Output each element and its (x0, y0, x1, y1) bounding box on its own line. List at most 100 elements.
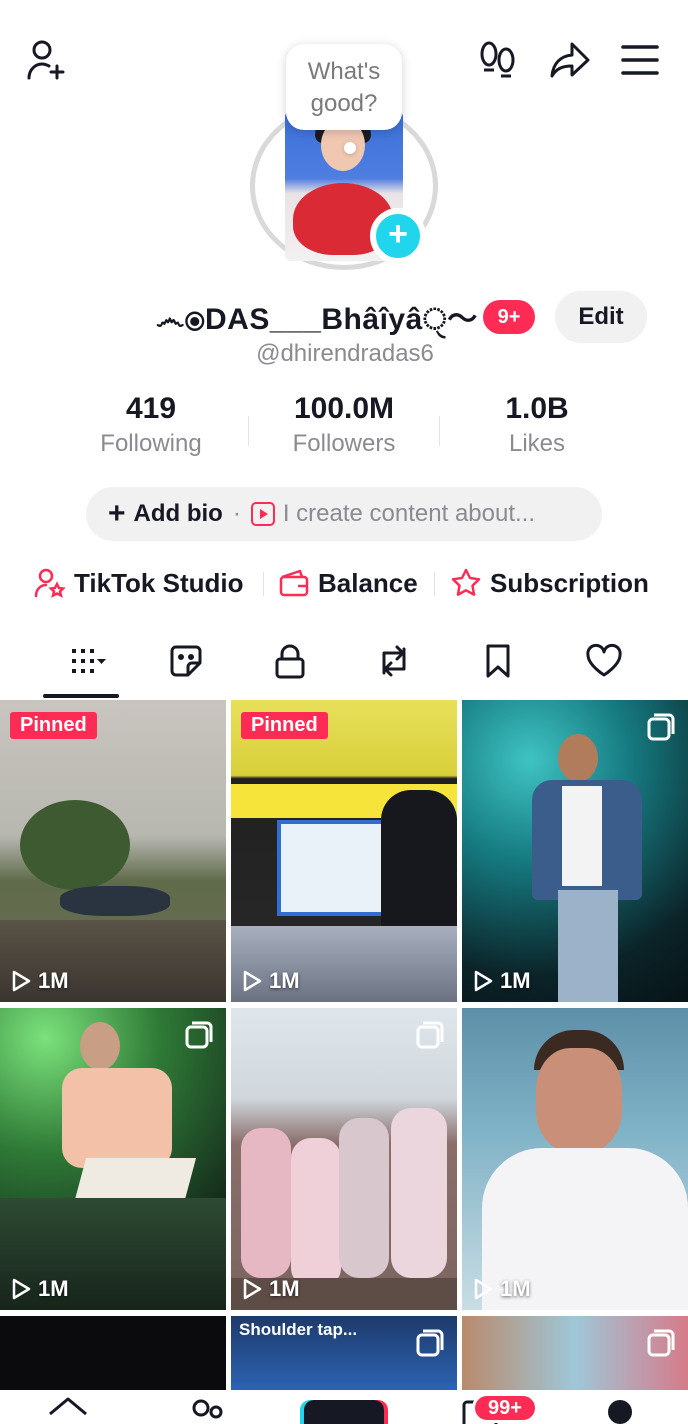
pinned-badge: Pinned (10, 712, 97, 739)
video-tile[interactable]: 1M (231, 1008, 457, 1310)
tab-private[interactable] (260, 636, 320, 686)
shortcut-divider (434, 572, 435, 596)
footprints-icon (480, 41, 515, 78)
balance-button[interactable]: Balance (278, 563, 418, 603)
status-bubble[interactable]: What's good? (286, 44, 402, 130)
multi-photo-icon (185, 1021, 213, 1049)
video-tile[interactable]: 1M (462, 1008, 688, 1310)
add-friend-button[interactable] (22, 36, 70, 84)
view-count-label: 1M (38, 1276, 69, 1301)
video-thumbnail (231, 700, 457, 1002)
stat-value: 419 (125, 392, 177, 425)
edit-profile-button[interactable]: Edit (555, 291, 647, 343)
shortcut-divider (263, 572, 264, 596)
play-outline-icon (243, 970, 262, 992)
play-outline-icon (243, 1278, 262, 1300)
video-thumbnail (462, 1008, 688, 1310)
menu-button[interactable] (616, 36, 664, 84)
username: @dhirendradas6 (256, 340, 434, 367)
tab-stickers[interactable] (156, 636, 216, 686)
bubble-tail (344, 142, 356, 154)
tiktok-studio-button[interactable]: TikTok Studio (34, 563, 243, 603)
stat-label: Likes (508, 430, 566, 457)
lock-icon (275, 644, 305, 679)
pinned-badge: Pinned (241, 712, 328, 739)
studio-person-star-icon (34, 568, 66, 598)
view-count: 1M (241, 1276, 300, 1302)
subscription-star-icon (451, 568, 481, 596)
shortcut-label: Subscription (490, 567, 649, 598)
stat-value: 1.0B (505, 392, 569, 425)
friends-icon[interactable] (188, 1394, 228, 1424)
repost-icon (382, 645, 406, 677)
bubble-text-line-1: What's (307, 58, 381, 85)
share-profile-button[interactable] (546, 36, 594, 84)
stat-value: 100.0M (293, 392, 395, 425)
create-button[interactable] (304, 1400, 384, 1424)
video-tile[interactable]: Shoulder tap... (231, 1316, 457, 1390)
wallet-icon (279, 569, 309, 597)
hamburger-menu-icon (621, 45, 659, 75)
shortcut-label: TikTok Studio (74, 567, 244, 598)
view-count-label: 1M (269, 968, 300, 993)
plus-icon: + (108, 497, 126, 530)
display-name: ෴⦿DAS___Bhâîyâੑ〜 (156, 303, 478, 336)
add-story-button[interactable]: + (370, 208, 426, 264)
view-count-label: 1M (500, 1276, 531, 1301)
tab-videos[interactable] (58, 636, 118, 686)
notification-badge[interactable]: 9+ (483, 300, 535, 334)
view-count: 1M (472, 968, 531, 994)
footprints-button[interactable] (474, 36, 522, 84)
add-bio-label: Add bio (133, 500, 223, 527)
video-thumbnail (0, 1316, 226, 1390)
bottom-nav (0, 1390, 688, 1424)
active-tab-indicator (43, 694, 119, 698)
play-outline-icon (12, 970, 31, 992)
bubble-text-line-2: good? (310, 90, 378, 117)
play-outline-icon (474, 1278, 493, 1300)
inbox-badge: 99+ (472, 1393, 538, 1423)
view-count-label: 1M (269, 1276, 300, 1301)
multi-photo-icon (647, 713, 675, 741)
view-count: 1M (10, 1276, 69, 1302)
bio-separator: · (232, 500, 241, 527)
video-tile[interactable]: 1M (462, 700, 688, 1002)
heart-icon (586, 643, 622, 677)
profile-icon[interactable] (604, 1394, 636, 1424)
video-tile[interactable]: Pinned 1M (0, 700, 226, 1002)
stat-following[interactable]: 419 Following (56, 392, 246, 458)
video-caption: Shoulder tap... (239, 1320, 358, 1339)
play-outline-icon (474, 970, 493, 992)
videos-grid-icon (72, 649, 106, 673)
video-tile[interactable]: 1M (0, 1008, 226, 1310)
view-count: 1M (472, 1276, 531, 1302)
video-thumbnail (462, 700, 688, 1002)
video-thumbnail (0, 1008, 226, 1310)
video-tile[interactable]: Pinned 1M (231, 700, 457, 1002)
subscription-button[interactable]: Subscription (450, 563, 649, 603)
tab-reposts[interactable] (364, 636, 424, 686)
view-count-label: 1M (38, 968, 69, 993)
stat-followers[interactable]: 100.0M Followers (249, 392, 439, 458)
bio-placeholder: I create content about... (282, 500, 536, 527)
add-bio-button[interactable]: + Add bio · I create content about... (86, 487, 602, 541)
view-count: 1M (241, 968, 300, 994)
view-count: 1M (10, 968, 69, 994)
shortcut-label: Balance (318, 567, 418, 598)
multi-photo-icon (416, 1021, 444, 1049)
person-plus-icon (27, 40, 65, 80)
tab-liked[interactable] (574, 636, 634, 686)
stat-label: Following (100, 430, 202, 457)
sticker-icon (170, 645, 202, 677)
multi-photo-icon (416, 1329, 444, 1357)
video-play-icon (250, 502, 275, 526)
stat-likes[interactable]: 1.0B Likes (442, 392, 632, 458)
share-arrow-icon (550, 42, 590, 78)
video-tile[interactable] (0, 1316, 226, 1390)
stat-label: Followers (292, 430, 396, 457)
tab-favorites[interactable] (468, 636, 528, 686)
video-tile[interactable] (462, 1316, 688, 1390)
video-thumbnail (0, 700, 226, 1002)
play-outline-icon (12, 1278, 31, 1300)
home-icon[interactable] (46, 1394, 90, 1424)
